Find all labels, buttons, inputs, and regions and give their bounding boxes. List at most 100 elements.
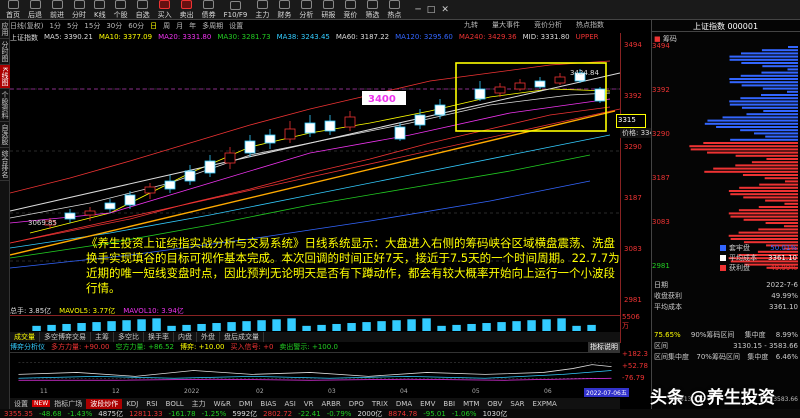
volume-bar — [407, 319, 416, 331]
bottom-tab-8[interactable]: W&R — [210, 400, 235, 408]
bottom-tab-22[interactable]: EXPMA — [529, 400, 561, 408]
toolbar-item-3[interactable]: 分时 — [72, 0, 86, 20]
toolbar-item-11[interactable]: 主力 — [255, 0, 269, 20]
period-9[interactable]: 年 — [189, 21, 196, 31]
toolbar-item-6[interactable]: 自选 — [136, 0, 150, 20]
period-1[interactable]: 1分 — [49, 21, 60, 31]
volume-bar — [467, 323, 476, 331]
indicator-tab-2[interactable]: 主筹 — [91, 332, 114, 342]
toolbar-item-0[interactable]: 首页 — [6, 0, 20, 20]
bottom-tab-14[interactable]: DPO — [345, 400, 368, 408]
indicator-tab-0[interactable]: 成交量 — [10, 332, 40, 342]
bottom-tab-10[interactable]: BIAS — [256, 400, 280, 408]
left-tab-2[interactable]: K线图 — [0, 65, 10, 89]
toolbar-item-9[interactable]: 债券 — [202, 0, 216, 20]
bottom-tab-19[interactable]: MTM — [459, 400, 483, 408]
candle — [224, 152, 236, 164]
indicator-tab-1[interactable]: 多空博弈交易 — [40, 332, 91, 342]
period-11[interactable]: 设置 — [229, 21, 243, 31]
chip-legend-swatch — [720, 265, 726, 271]
period-3[interactable]: 15分 — [84, 21, 100, 31]
bottom-tab-4[interactable]: KDJ — [122, 400, 142, 408]
ma-legend-item: UPPER — [575, 33, 599, 41]
toolbar-item-2[interactable]: 前进 — [50, 0, 64, 20]
chip-bar — [741, 52, 798, 55]
minimize-icon[interactable]: ─ — [415, 5, 420, 15]
left-tab-5[interactable]: 综合排名 — [0, 148, 10, 181]
bottom-tab-9[interactable]: DMI — [235, 400, 257, 408]
bottom-tab-1[interactable]: NEW — [32, 400, 51, 407]
toolbar-item-5[interactable]: 个股 — [114, 0, 128, 20]
indicator-tab-3[interactable]: 多空比 — [114, 332, 144, 342]
period-10[interactable]: 多周期 — [202, 21, 223, 31]
left-tab-1[interactable]: 分时图 — [0, 39, 10, 65]
toolbar-item-4[interactable]: K线 — [94, 0, 106, 20]
bottom-tab-18[interactable]: BBI — [439, 400, 459, 408]
bottom-tab-7[interactable]: 主力 — [188, 399, 210, 409]
bottom-tab-13[interactable]: ARBR — [317, 400, 344, 408]
top-toolbar: 首页 后退 前进 分时 K线 个股 自选 买入 卖出 债券 F10/F9 主力 财务 分析 研报 竞价 筛选 热点… — [0, 0, 800, 20]
toolbar-item-12[interactable]: 财务 — [277, 0, 291, 20]
maximize-icon[interactable]: □ — [427, 5, 436, 15]
toolbar-item-17[interactable]: 热点 — [387, 0, 401, 20]
bottom-tab-0[interactable]: 设置 — [10, 399, 32, 409]
chip-legend-label: 获利盘 — [720, 263, 750, 273]
chip-bar — [766, 158, 798, 160]
ticker-value: -1.43% — [67, 409, 93, 418]
toolbar-item-8[interactable]: 卖出 — [180, 0, 194, 20]
period-6[interactable]: 日 — [150, 21, 157, 31]
bottom-tab-12[interactable]: VR — [300, 400, 318, 408]
period-5[interactable]: 60分 — [128, 21, 144, 31]
period-8[interactable]: 月 — [176, 21, 183, 31]
bottom-tab-20[interactable]: OBV — [483, 400, 506, 408]
period-7[interactable]: 周 — [163, 21, 170, 31]
toolbar-item-16[interactable]: 筛选 — [365, 0, 379, 20]
chip-bar — [758, 228, 798, 231]
indicator-tab-6[interactable]: 外盘 — [197, 332, 220, 342]
bottom-tab-17[interactable]: EMV — [416, 400, 439, 408]
toolbar-item-13[interactable]: 分析 — [299, 0, 313, 20]
feature-1[interactable]: 量大事件 — [492, 20, 520, 30]
left-tab-0[interactable]: 应用 — [0, 20, 10, 39]
chip-bar — [762, 65, 798, 68]
indicator-tab-7[interactable]: 盘后成交量 — [220, 332, 264, 342]
toolbar-item-14[interactable]: 研报 — [321, 0, 335, 20]
indicator-tab-5[interactable]: 内盘 — [174, 332, 197, 342]
feature-3[interactable]: 热点指数 — [576, 20, 604, 30]
bottom-tab-16[interactable]: DMA — [392, 400, 416, 408]
bottom-tab-2[interactable]: 指标广场 — [50, 399, 86, 409]
bottom-tab-6[interactable]: BOLL — [162, 400, 188, 408]
left-tab-3[interactable]: 个股资料 — [0, 89, 10, 122]
left-tab-4[interactable]: 自选股 — [0, 122, 10, 148]
toolbar-item-10[interactable]: F10/F9 — [224, 0, 247, 19]
feature-0[interactable]: 九转 — [464, 20, 478, 30]
period-0[interactable]: 日线(复权) — [10, 21, 43, 31]
chip-concentration: 75.65% 90%筹码区间 集中度 8.99% 区间 3130.15 - 3583.66… — [654, 330, 798, 363]
indicator-help-button[interactable]: 指标说明 — [588, 342, 620, 352]
bottom-tab-15[interactable]: TRIX — [368, 400, 392, 408]
toolbar-item-15[interactable]: 竞价 — [343, 0, 357, 20]
volume-bar — [332, 323, 341, 331]
close-icon[interactable]: ✕ — [441, 5, 449, 15]
chip-legend: 套牢盘 50.01% 平均成本 3361.10 获利盘 49.99% — [720, 243, 800, 273]
stat-value: 2022-7-6 — [766, 281, 798, 289]
bottom-tab-3[interactable]: 波段炒作 — [86, 398, 123, 409]
toolbar-label: 首页 — [6, 10, 20, 19]
chip-bar — [765, 222, 798, 224]
toolbar-item-7[interactable]: 买入 — [158, 0, 172, 20]
period-2[interactable]: 5分 — [67, 21, 78, 31]
indicator-legend: 博弈分析仪 多方力量: +90.00 空方力量: +86.52 博弈: +10.00 买… — [10, 342, 570, 352]
period-4[interactable]: 30分 — [106, 21, 122, 31]
bottom-tab-5[interactable]: RSI — [142, 400, 161, 408]
indicator-tab-4[interactable]: 换手率 — [144, 332, 174, 342]
x-axis-label: 02 — [256, 388, 264, 395]
bottom-tab-11[interactable]: ASI — [281, 400, 300, 408]
price-axis-label: 2981 — [624, 296, 642, 304]
feature-2[interactable]: 竞价分析 — [534, 20, 562, 30]
toolbar-item-1[interactable]: 后退 — [28, 0, 42, 20]
chip-bar — [729, 58, 798, 61]
chip-axis-label: 3290 — [652, 130, 670, 138]
chip-bar — [722, 116, 798, 119]
stat-value: 3361.10 — [769, 303, 798, 311]
bottom-tab-21[interactable]: SAR — [506, 400, 528, 408]
